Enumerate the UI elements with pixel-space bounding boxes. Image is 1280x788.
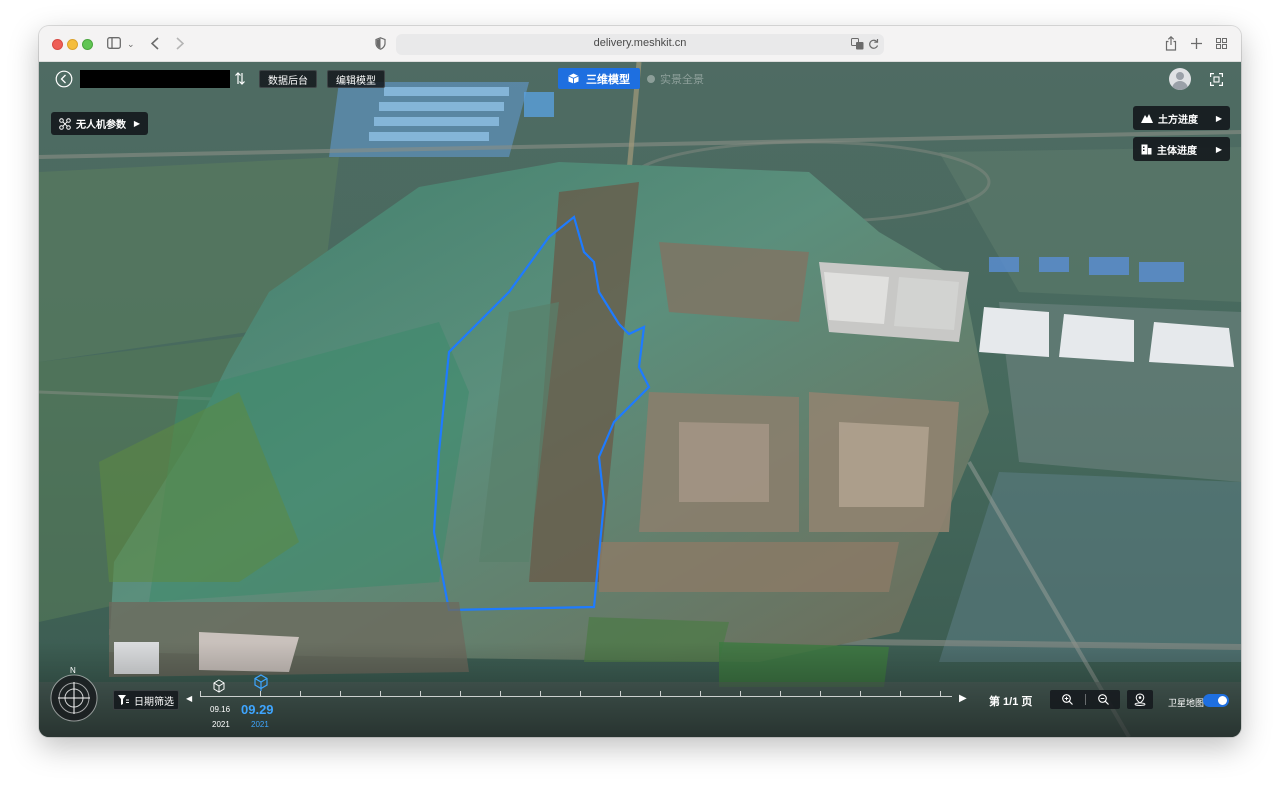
timeline-tick: [780, 691, 781, 696]
timeline-play-button[interactable]: ▶: [959, 693, 967, 704]
timeline-current-year: 2021: [251, 720, 269, 729]
back-icon[interactable]: [55, 70, 73, 88]
main-structure-label: 主体进度: [1157, 145, 1197, 157]
satellite-map-label: 卫星地图: [1168, 698, 1205, 708]
timeline-tick: [200, 691, 201, 696]
minimize-window-button[interactable]: [67, 39, 78, 50]
edit-model-label: 编辑模型: [336, 75, 376, 87]
data-backend-button[interactable]: 数据后台: [259, 70, 317, 88]
earthwork-icon: [1141, 114, 1153, 123]
edit-model-button[interactable]: 编辑模型: [327, 70, 385, 88]
timeline-tick: [660, 691, 661, 696]
timeline-tick: [420, 691, 421, 696]
reload-icon[interactable]: [868, 38, 879, 50]
avatar-icon[interactable]: [1169, 68, 1191, 90]
timeline-start-marker-icon[interactable]: [212, 679, 226, 693]
tab-overview-icon[interactable]: [1216, 38, 1227, 49]
data-backend-label: 数据后台: [268, 75, 308, 87]
timeline-tick: [340, 691, 341, 696]
panorama-icon: [647, 75, 655, 83]
filter-icon: [118, 695, 129, 705]
tab-panorama-label: 实景全景: [660, 74, 704, 86]
location-icon: [1134, 693, 1146, 706]
forward-nav-icon[interactable]: [176, 37, 184, 50]
cube-icon: [568, 73, 579, 84]
timeline-tick: [860, 691, 861, 696]
map-viewport[interactable]: 数据后台 编辑模型 三维模型 实景全景 无人机参数 ▶ 土方进度 ▶ 主体进度 …: [39, 62, 1241, 737]
timeline-tick: [620, 691, 621, 696]
date-filter-label: 日期筛选: [134, 696, 174, 708]
main-structure-arrow-icon: ▶: [1215, 144, 1222, 154]
structure-icon: [1141, 144, 1152, 154]
timeline-tick: [380, 691, 381, 696]
timeline-start-year: 2021: [212, 720, 230, 729]
locate-button[interactable]: [1127, 690, 1153, 709]
drone-params-label: 无人机参数: [76, 120, 126, 131]
zoom-in-icon[interactable]: [1062, 694, 1073, 705]
drone-params-arrow-icon: ▶: [133, 119, 140, 128]
tab-3d-model[interactable]: 三维模型: [558, 68, 640, 89]
timeline-tick: [580, 691, 581, 696]
earthwork-label: 土方进度: [1158, 114, 1198, 126]
drone-params-button[interactable]: 无人机参数 ▶: [51, 112, 148, 135]
timeline-current-date: 09.29: [241, 702, 274, 717]
fullscreen-icon[interactable]: [1210, 73, 1223, 86]
drone-icon: [59, 117, 71, 130]
timeline-tick: [740, 691, 741, 696]
url-text: delivery.meshkit.cn: [593, 37, 687, 49]
main-structure-progress-button[interactable]: 主体进度 ▶: [1133, 137, 1230, 161]
shield-icon[interactable]: [375, 37, 386, 50]
satellite-map-toggle[interactable]: [1203, 694, 1229, 707]
timeline-tick: [900, 691, 901, 696]
sidebar-chevron-down-icon[interactable]: ⌄: [127, 35, 135, 53]
address-bar[interactable]: delivery.meshkit.cn: [396, 34, 884, 55]
timeline-tick: [700, 691, 701, 696]
swap-icon[interactable]: [235, 72, 245, 85]
sidebar-icon[interactable]: [107, 37, 121, 49]
browser-window: ⌄ delivery.meshkit.cn 数据后台 编辑模型 三维模型 实景全…: [39, 26, 1241, 737]
timeline-tick: [940, 691, 941, 696]
translate-icon[interactable]: [851, 38, 864, 50]
date-filter-button[interactable]: 日期筛选: [113, 690, 179, 710]
timeline-prev-button[interactable]: ◀: [186, 694, 192, 703]
earthwork-arrow-icon: ▶: [1215, 113, 1222, 123]
browser-toolbar: ⌄ delivery.meshkit.cn: [39, 26, 1241, 62]
aerial-3d-map[interactable]: [39, 62, 1241, 737]
timeline-tick: [300, 691, 301, 696]
compass-icon[interactable]: [50, 674, 98, 722]
toggle-knob: [1218, 696, 1227, 705]
tab-panorama[interactable]: 实景全景: [647, 70, 704, 88]
project-name-field[interactable]: [80, 70, 230, 88]
share-icon[interactable]: [1165, 36, 1177, 51]
timeline-track[interactable]: [200, 696, 952, 697]
page-indicator: 第 1/1 页: [989, 696, 1033, 708]
back-nav-icon[interactable]: [151, 37, 159, 50]
timeline-tick: [460, 691, 461, 696]
timeline-tick: [820, 691, 821, 696]
new-tab-icon[interactable]: [1191, 38, 1202, 49]
maximize-window-button[interactable]: [82, 39, 93, 50]
timeline-tick: [500, 691, 501, 696]
close-window-button[interactable]: [52, 39, 63, 50]
timeline-current-marker-icon[interactable]: [253, 674, 269, 692]
timeline-tick: [540, 691, 541, 696]
timeline-start-date: 09.16: [210, 705, 231, 714]
tab-3d-model-label: 三维模型: [586, 73, 630, 86]
zoom-out-icon[interactable]: [1098, 694, 1109, 705]
zoom-divider: [1085, 694, 1086, 705]
earthwork-progress-button[interactable]: 土方进度 ▶: [1133, 106, 1230, 130]
zoom-controls: [1050, 690, 1120, 709]
